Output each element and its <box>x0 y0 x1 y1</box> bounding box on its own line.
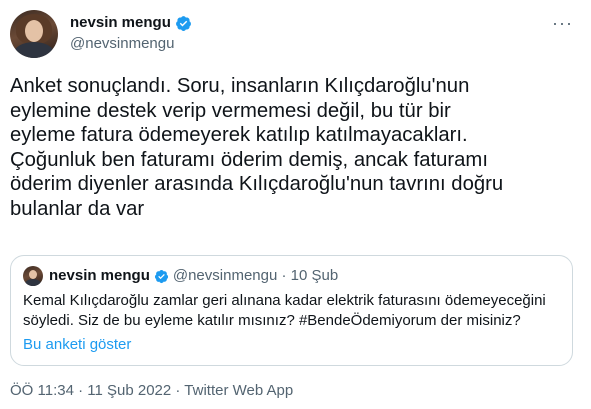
quoted-author-name: nevsin mengu <box>49 267 150 284</box>
more-options-icon[interactable]: ··· <box>552 14 573 32</box>
author-handle[interactable]: @nevsinmengu <box>70 34 192 54</box>
tweet: nevsin mengu @nevsinmengu ··· Anket sonu… <box>0 0 591 409</box>
author-avatar[interactable] <box>10 10 58 58</box>
tweet-source[interactable]: Twitter Web App <box>184 382 293 399</box>
author-info: nevsin mengu @nevsinmengu <box>70 13 192 54</box>
verified-badge-icon <box>175 15 191 31</box>
quoted-tweet-header: nevsin mengu @nevsinmengu · 10 Şub <box>49 267 338 285</box>
quoted-tweet[interactable]: nevsin mengu @nevsinmengu · 10 Şub Kemal… <box>10 255 573 366</box>
quoted-author-avatar <box>23 266 43 286</box>
verified-badge-icon <box>154 269 168 283</box>
tweet-footer: ÖÖ 11:34 · 11 Şub 2022 · Twitter Web App <box>10 381 293 401</box>
tweet-text: Anket sonuçlandı. Soru, insanların Kılıç… <box>10 75 504 220</box>
author-name[interactable]: nevsin mengu <box>70 13 171 33</box>
tweet-timestamp[interactable]: ÖÖ 11:34 · 11 Şub 2022 · <box>10 382 184 399</box>
quoted-tweet-text: Kemal Kılıçdaroğlu zamlar geri alınana k… <box>23 292 546 329</box>
show-poll-link[interactable]: Bu anketi göster <box>23 335 131 355</box>
quoted-handle-date: @nevsinmengu · 10 Şub <box>172 267 339 284</box>
